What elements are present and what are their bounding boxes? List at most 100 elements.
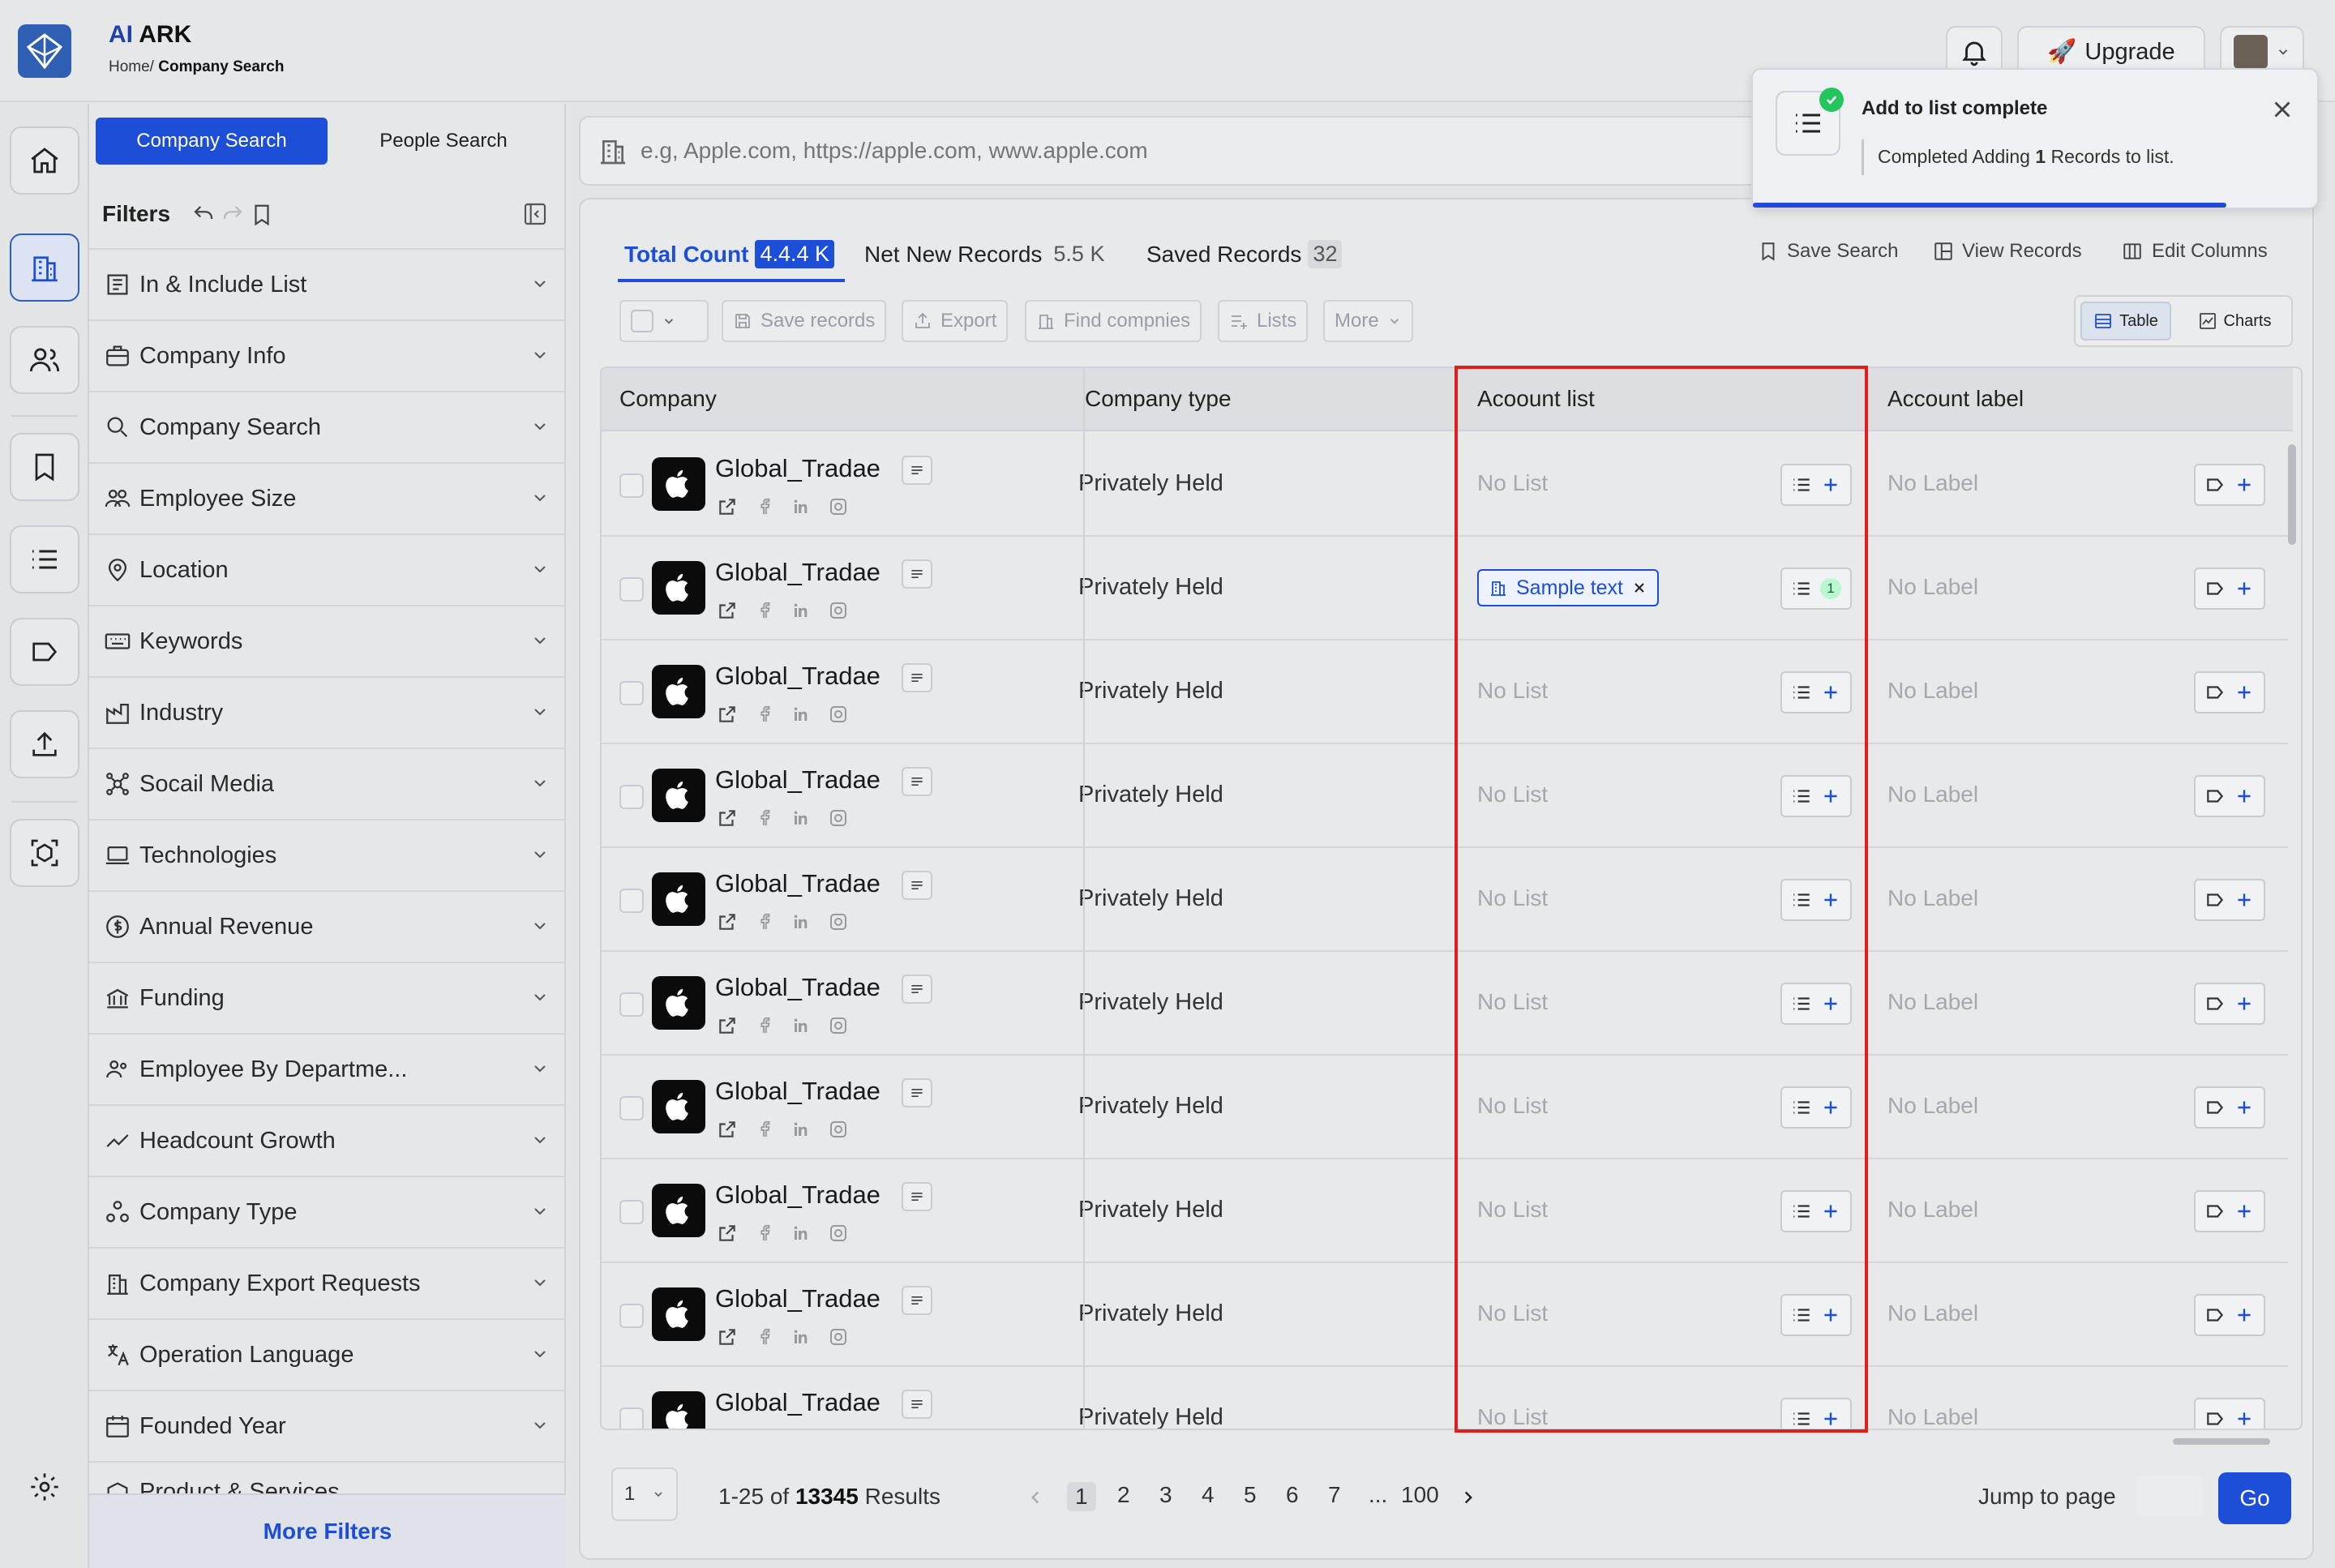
add-label-button[interactable] (2194, 775, 2265, 817)
instagram-icon[interactable] (829, 912, 848, 932)
tab-people-search[interactable]: People Search (341, 118, 546, 165)
table-row[interactable]: Global_Tradae Privately Held No List No Lab… (602, 1367, 2288, 1429)
facebook-icon[interactable] (756, 1327, 773, 1347)
row-checkbox[interactable] (619, 992, 644, 1017)
filter-operation-language[interactable]: Operation Language (89, 1318, 566, 1390)
table-row[interactable]: Global_Tradae Privately Held No List No Lab… (602, 1159, 2288, 1263)
filter-technologies[interactable]: Technologies (89, 819, 566, 890)
nav-upload[interactable] (10, 710, 79, 778)
facebook-icon[interactable] (756, 1120, 773, 1139)
add-label-button[interactable] (2194, 1398, 2265, 1429)
page-100[interactable]: 100 (1401, 1482, 1439, 1508)
company-name[interactable]: Global_Tradae (715, 869, 880, 898)
add-label-button[interactable] (2194, 983, 2265, 1025)
nav-home[interactable] (10, 126, 79, 195)
edit-columns-button[interactable]: Edit Columns (2121, 240, 2268, 263)
table-row[interactable]: Global_Tradae Privately Held No List No Lab… (602, 952, 2288, 1056)
next-page-icon[interactable] (1458, 1487, 1479, 1508)
nav-companies[interactable] (10, 233, 79, 302)
add-label-button[interactable] (2194, 1294, 2265, 1336)
add-label-button[interactable] (2194, 671, 2265, 713)
external-link-icon[interactable] (717, 911, 738, 932)
find-companies-button[interactable]: Find compnies (1025, 300, 1202, 342)
external-link-icon[interactable] (717, 1326, 738, 1347)
linkedin-icon[interactable] (791, 1223, 811, 1243)
filter-company-info[interactable]: Company Info (89, 319, 566, 391)
add-label-button[interactable] (2194, 568, 2265, 610)
linkedin-icon[interactable] (791, 705, 811, 724)
add-label-button[interactable] (2194, 1086, 2265, 1129)
lists-button[interactable]: Lists (1218, 300, 1309, 342)
row-checkbox[interactable] (619, 1096, 644, 1120)
breadcrumb-home[interactable]: Home/ (109, 58, 154, 75)
filter-industry[interactable]: Industry (89, 676, 566, 748)
row-checkbox[interactable] (619, 1200, 644, 1224)
table-row[interactable]: Global_Tradae Privately Held No List No Lab… (602, 1263, 2288, 1367)
filter-employee-by-departme[interactable]: Employee By Departme... (89, 1033, 566, 1104)
tab-total-count[interactable]: Total Count 4.4.4 K (624, 240, 835, 268)
page-7[interactable]: 7 (1328, 1482, 1341, 1508)
column-header-account-label[interactable]: Account label (1871, 368, 2293, 431)
external-link-icon[interactable] (717, 808, 738, 829)
export-button[interactable]: Export (902, 300, 1009, 342)
company-name[interactable]: Global_Tradae (715, 765, 880, 795)
tab-company-search[interactable]: Company Search (96, 118, 328, 165)
instagram-icon[interactable] (829, 705, 848, 724)
filter-company-export-requests[interactable]: Company Export Requests (89, 1247, 566, 1318)
facebook-icon[interactable] (756, 705, 773, 724)
more-dropdown[interactable]: More (1323, 300, 1413, 342)
linkedin-icon[interactable] (791, 808, 811, 828)
undo-icon[interactable] (191, 203, 216, 227)
tab-net-new-records[interactable]: Net New Records 5.5 K (864, 240, 1109, 268)
instagram-icon[interactable] (829, 808, 848, 828)
company-name[interactable]: Global_Tradae (715, 1077, 880, 1106)
company-details-button[interactable] (902, 1078, 932, 1107)
filter-product-services[interactable]: Product & Services (89, 1461, 566, 1493)
facebook-icon[interactable] (756, 912, 773, 932)
table-row[interactable]: Global_Tradae Privately Held No List No Lab… (602, 640, 2288, 744)
linkedin-icon[interactable] (791, 601, 811, 620)
row-checkbox[interactable] (619, 473, 644, 498)
column-header-company[interactable]: Company (602, 368, 1085, 431)
nav-ai[interactable] (10, 819, 79, 887)
collapse-panel-icon[interactable] (522, 201, 548, 227)
redo-icon[interactable] (221, 203, 245, 227)
facebook-icon[interactable] (756, 808, 773, 828)
company-details-button[interactable] (902, 1182, 932, 1211)
charts-view-button[interactable]: Charts (2181, 302, 2288, 341)
page-2[interactable]: 2 (1117, 1482, 1130, 1508)
external-link-icon[interactable] (717, 1223, 738, 1244)
per-page-select[interactable]: 1 (611, 1467, 678, 1521)
vertical-scrollbar[interactable] (2288, 444, 2296, 545)
table-row[interactable]: Global_Tradae Privately Held No List No Lab… (602, 1056, 2288, 1159)
filter-annual-revenue[interactable]: Annual Revenue (89, 890, 566, 962)
horizontal-scrollbar[interactable] (2173, 1438, 2270, 1445)
external-link-icon[interactable] (717, 600, 738, 621)
company-name[interactable]: Global_Tradae (715, 558, 880, 587)
table-row[interactable]: Global_Tradae Privately Held Sample text 1 N… (602, 537, 2288, 640)
more-filters-button[interactable]: More Filters (89, 1493, 566, 1568)
table-view-button[interactable]: Table (2080, 302, 2171, 341)
search-input[interactable] (641, 138, 1776, 164)
row-checkbox[interactable] (619, 681, 644, 705)
page-5[interactable]: 5 (1244, 1482, 1257, 1508)
linkedin-icon[interactable] (791, 1016, 811, 1035)
linkedin-icon[interactable] (791, 1120, 811, 1139)
filter-company-search[interactable]: Company Search (89, 391, 566, 462)
nav-saved[interactable] (10, 433, 79, 501)
add-label-button[interactable] (2194, 1190, 2265, 1232)
company-details-button[interactable] (902, 767, 932, 796)
jump-to-page-input[interactable] (2137, 1476, 2202, 1516)
tab-saved-records[interactable]: Saved Records 32 (1146, 240, 1343, 268)
company-name[interactable]: Global_Tradae (715, 454, 880, 483)
company-name[interactable]: Global_Tradae (715, 1284, 880, 1313)
row-checkbox[interactable] (619, 1407, 644, 1429)
instagram-icon[interactable] (829, 1016, 848, 1035)
page-1[interactable]: 1 (1067, 1482, 1096, 1511)
filter-in-include-list[interactable]: In & Include List (89, 248, 566, 319)
filter-funding[interactable]: Funding (89, 962, 566, 1033)
external-link-icon[interactable] (717, 496, 738, 517)
filter-headcount-growth[interactable]: Headcount Growth (89, 1104, 566, 1176)
filter-socail-media[interactable]: Socail Media (89, 748, 566, 819)
instagram-icon[interactable] (829, 1327, 848, 1347)
